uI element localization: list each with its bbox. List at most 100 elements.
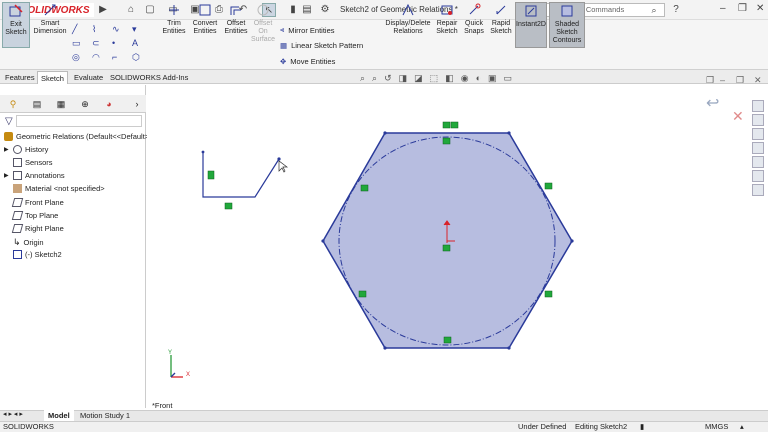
minimize-icon[interactable]: – xyxy=(720,3,726,14)
expand-arrow-icon: ▶ xyxy=(4,173,9,179)
polyline-endpoint xyxy=(277,157,281,161)
shaded-sketch-contours-button[interactable]: Shaded Sketch Contours xyxy=(549,2,585,48)
display-style-icon[interactable]: ◧ xyxy=(445,73,454,84)
spline-icon[interactable]: ∿ xyxy=(112,24,132,38)
new-document-icon[interactable]: ▢ xyxy=(143,3,157,17)
circle-icon[interactable]: ◎ xyxy=(72,52,92,66)
section-view-icon[interactable]: ◨ xyxy=(399,73,408,84)
rectangle-icon[interactable]: ▭ xyxy=(72,38,92,52)
configuration-manager-icon[interactable]: ▦ xyxy=(54,97,68,111)
dropdown-icon[interactable]: ▾ xyxy=(132,24,152,38)
quick-snaps-button[interactable]: Quick Snaps xyxy=(462,2,486,48)
tree-item-sketch2[interactable]: (-) Sketch2 xyxy=(4,250,62,259)
hide-show-icon[interactable]: ◉ xyxy=(461,73,469,84)
linear-pattern-button[interactable]: ▦ Linear Sketch Pattern xyxy=(280,41,363,50)
point-icon[interactable]: • xyxy=(112,38,132,52)
axis-x-label: X xyxy=(186,372,191,378)
restore-icon[interactable]: ❐ xyxy=(738,3,747,14)
material-icon xyxy=(13,184,22,193)
zoom-area-icon[interactable]: ⌕ xyxy=(372,73,377,84)
help-icon[interactable]: ? xyxy=(669,3,683,17)
solidworks-resources-icon[interactable] xyxy=(752,100,764,112)
view-palette-icon[interactable] xyxy=(752,142,764,154)
status-editing: Editing Sketch2 xyxy=(575,422,628,431)
filter-input[interactable] xyxy=(16,115,142,127)
previous-view-icon[interactable]: ↺ xyxy=(384,73,392,84)
slot-icon[interactable]: ⊂ xyxy=(92,38,112,52)
tab-evaluate[interactable]: Evaluate xyxy=(71,71,106,84)
polyline-icon[interactable]: ⌇ xyxy=(92,24,112,38)
traffic-light-icon[interactable]: ▮ xyxy=(286,3,300,17)
exit-sketch-corner-icon[interactable]: ↩ xyxy=(706,93,719,113)
trim-entities-button[interactable]: Trim Entities xyxy=(160,2,188,48)
status-options-icon[interactable]: ▴ xyxy=(740,421,744,432)
zoom-fit-icon[interactable]: ⌕ xyxy=(360,73,365,84)
display-delete-relations-button[interactable]: Display/Delete Relations xyxy=(384,2,432,48)
smart-dimension-icon xyxy=(42,2,58,18)
options-gear-icon[interactable]: ⚙ xyxy=(318,3,332,17)
tab-features[interactable]: Features xyxy=(2,71,38,84)
tree-item-front-plane[interactable]: Front Plane xyxy=(4,198,64,207)
panel-tabs xyxy=(0,95,146,113)
dimxpert-icon[interactable]: ⊕ xyxy=(78,97,92,111)
tree-item-top-plane[interactable]: Top Plane xyxy=(4,211,58,220)
property-manager-icon[interactable]: ▤ xyxy=(30,97,44,111)
smart-dimension-button[interactable]: Smart Dimension xyxy=(32,2,68,48)
tab-sketch[interactable]: Sketch xyxy=(37,71,68,84)
convert-entities-button[interactable]: Convert Entities xyxy=(190,2,220,48)
tree-item-annotations[interactable]: ▶ Annotations xyxy=(4,171,65,180)
mirror-icon: ⫷ xyxy=(280,25,285,34)
rebuild-icon[interactable]: ▮ xyxy=(640,421,644,432)
file-properties-icon[interactable]: ▤ xyxy=(300,3,314,17)
tree-root[interactable]: Geometric Relations (Default<<Default> xyxy=(4,132,149,141)
tree-item-sensors[interactable]: Sensors xyxy=(4,158,53,167)
scenes-icon[interactable]: ▣ xyxy=(488,73,497,84)
appearances-icon[interactable] xyxy=(752,156,764,168)
view-orientation-icon[interactable]: ⬚ xyxy=(430,73,439,84)
display-manager-icon[interactable]: ◕ xyxy=(102,97,116,111)
panel-expand-icon[interactable]: › xyxy=(130,97,144,111)
search-icon[interactable]: ⌕ xyxy=(647,3,661,17)
filter-icon[interactable]: ▽ xyxy=(5,116,13,127)
arc-icon[interactable]: ◠ xyxy=(92,52,112,66)
custom-properties-icon[interactable] xyxy=(752,170,764,182)
instant2d-button[interactable]: Instant2D xyxy=(515,2,547,48)
tree-item-material[interactable]: Material <not specified> xyxy=(4,184,105,193)
sensors-icon xyxy=(13,158,22,167)
tab-scroll-icons[interactable]: ◂ ▸ ◂ ▸ xyxy=(3,410,23,418)
menu-arrow-icon[interactable]: ▶ xyxy=(96,3,110,17)
line-icon[interactable]: ╱ xyxy=(72,24,92,38)
file-explorer-icon[interactable] xyxy=(752,128,764,140)
close-icon[interactable]: ✕ xyxy=(756,3,764,14)
feature-manager-icon[interactable]: ⚲ xyxy=(6,97,20,111)
sketch-geometry[interactable] xyxy=(147,85,768,408)
tree-item-right-plane[interactable]: Right Plane xyxy=(4,224,64,233)
tab-motion-study-1[interactable]: Motion Study 1 xyxy=(76,410,134,421)
cancel-sketch-corner-icon[interactable]: ✕ xyxy=(732,108,744,125)
design-library-icon[interactable] xyxy=(752,114,764,126)
forum-icon[interactable] xyxy=(752,184,764,196)
task-pane-tabs xyxy=(752,100,766,200)
fillet-icon[interactable]: ⌐ xyxy=(112,52,132,66)
tab-solidworks-addins[interactable]: SOLIDWORKS Add-Ins xyxy=(107,71,191,84)
tree-item-history[interactable]: ▶ History xyxy=(4,145,48,154)
edit-appearance-icon[interactable]: ◐ xyxy=(476,73,481,84)
dynamic-annotation-icon[interactable]: ◪ xyxy=(414,73,423,84)
view-settings-icon[interactable]: ▭ xyxy=(504,73,513,84)
text-icon[interactable]: A xyxy=(132,38,152,52)
minimize-view-icon[interactable]: – xyxy=(720,75,725,85)
exit-sketch-button[interactable]: Exit Sketch xyxy=(2,2,30,48)
offset-on-surface-button[interactable]: Offset On Surface xyxy=(250,2,276,48)
tab-model[interactable]: Model xyxy=(44,410,74,421)
rapid-sketch-button[interactable]: Rapid Sketch xyxy=(488,2,514,48)
mirror-entities-button[interactable]: ⫷ Mirror Entities xyxy=(280,25,335,35)
offset-entities-button[interactable]: Offset Entities xyxy=(222,2,250,48)
home-icon[interactable]: ⌂ xyxy=(124,3,138,17)
tree-item-origin[interactable]: ↳ Origin xyxy=(4,237,44,248)
status-units[interactable]: MMGS xyxy=(705,421,728,432)
repair-sketch-button[interactable]: Repair Sketch xyxy=(434,2,460,48)
polyline-startpoint xyxy=(201,150,205,154)
move-entities-button[interactable]: ✥ Move Entities xyxy=(280,57,335,66)
polygon-icon[interactable]: ⬡ xyxy=(132,52,152,66)
quick-snaps-icon xyxy=(466,2,482,18)
